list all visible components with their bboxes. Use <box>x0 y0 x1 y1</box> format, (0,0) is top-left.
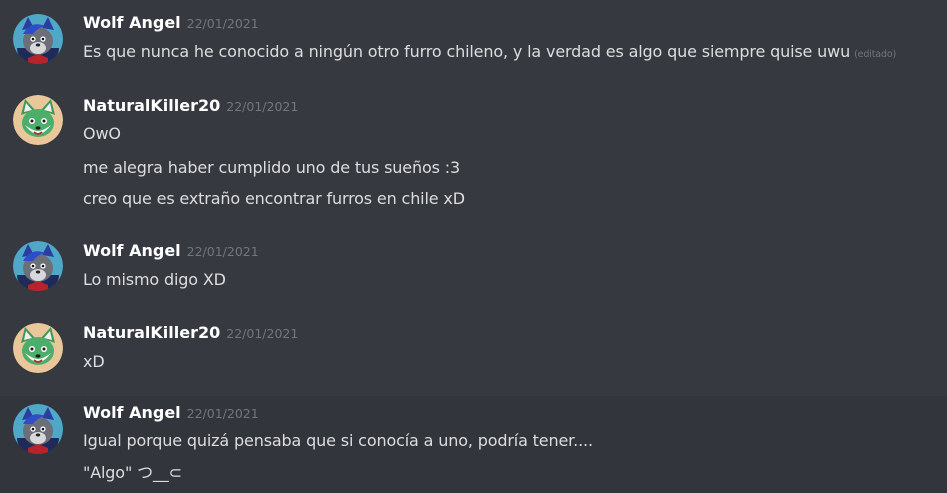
timestamp[interactable]: 22/01/2021 <box>226 99 298 114</box>
message-text: "Algo" つ__⊂ <box>83 463 182 482</box>
wolf-avatar-icon[interactable] <box>13 241 63 291</box>
message-header: Wolf Angel 22/01/2021 <box>83 403 259 422</box>
message-group: Wolf Angel 22/01/2021 Es que nunca he con… <box>0 0 947 86</box>
username[interactable]: NaturalKiller20 <box>83 323 220 342</box>
timestamp[interactable]: 22/01/2021 <box>187 406 259 421</box>
username[interactable]: NaturalKiller20 <box>83 96 220 115</box>
timestamp[interactable]: 22/01/2021 <box>226 326 298 341</box>
timestamp[interactable]: 22/01/2021 <box>187 16 259 31</box>
fox-avatar-icon[interactable] <box>13 95 63 145</box>
username[interactable]: Wolf Angel <box>83 13 181 32</box>
message-text: me alegra haber cumplido uno de tus sueñ… <box>83 158 461 177</box>
message-group: Wolf Angel 22/01/2021 Igual porque quizá … <box>0 396 947 493</box>
timestamp[interactable]: 22/01/2021 <box>187 244 259 259</box>
message-group: NaturalKiller20 22/01/2021 xD <box>0 314 947 396</box>
username[interactable]: Wolf Angel <box>83 241 181 260</box>
message-text: Es que nunca he conocido a ningún otro f… <box>83 42 896 61</box>
message-text: creo que es extraño encontrar furros en … <box>83 189 465 208</box>
message-header: Wolf Angel 22/01/2021 <box>83 13 259 32</box>
chat-message-list: Wolf Angel 22/01/2021 Es que nunca he con… <box>0 0 947 493</box>
message-text: xD <box>83 352 105 371</box>
edited-label: (editado) <box>854 49 897 60</box>
wolf-avatar-icon[interactable] <box>13 14 63 64</box>
message-text: Lo mismo digo XD <box>83 270 226 289</box>
message-text: Igual porque quizá pensaba que si conocí… <box>83 431 593 450</box>
message-header: NaturalKiller20 22/01/2021 <box>83 323 298 342</box>
wolf-avatar-icon[interactable] <box>13 404 63 454</box>
message-header: NaturalKiller20 22/01/2021 <box>83 96 298 115</box>
message-group: Wolf Angel 22/01/2021 Lo mismo digo XD <box>0 232 947 314</box>
fox-avatar-icon[interactable] <box>13 323 63 373</box>
username[interactable]: Wolf Angel <box>83 403 181 422</box>
message-group: NaturalKiller20 22/01/2021 OwO me alegra … <box>0 86 947 232</box>
message-text: OwO <box>83 124 121 143</box>
message-content: Es que nunca he conocido a ningún otro f… <box>83 42 851 61</box>
message-header: Wolf Angel 22/01/2021 <box>83 241 259 260</box>
